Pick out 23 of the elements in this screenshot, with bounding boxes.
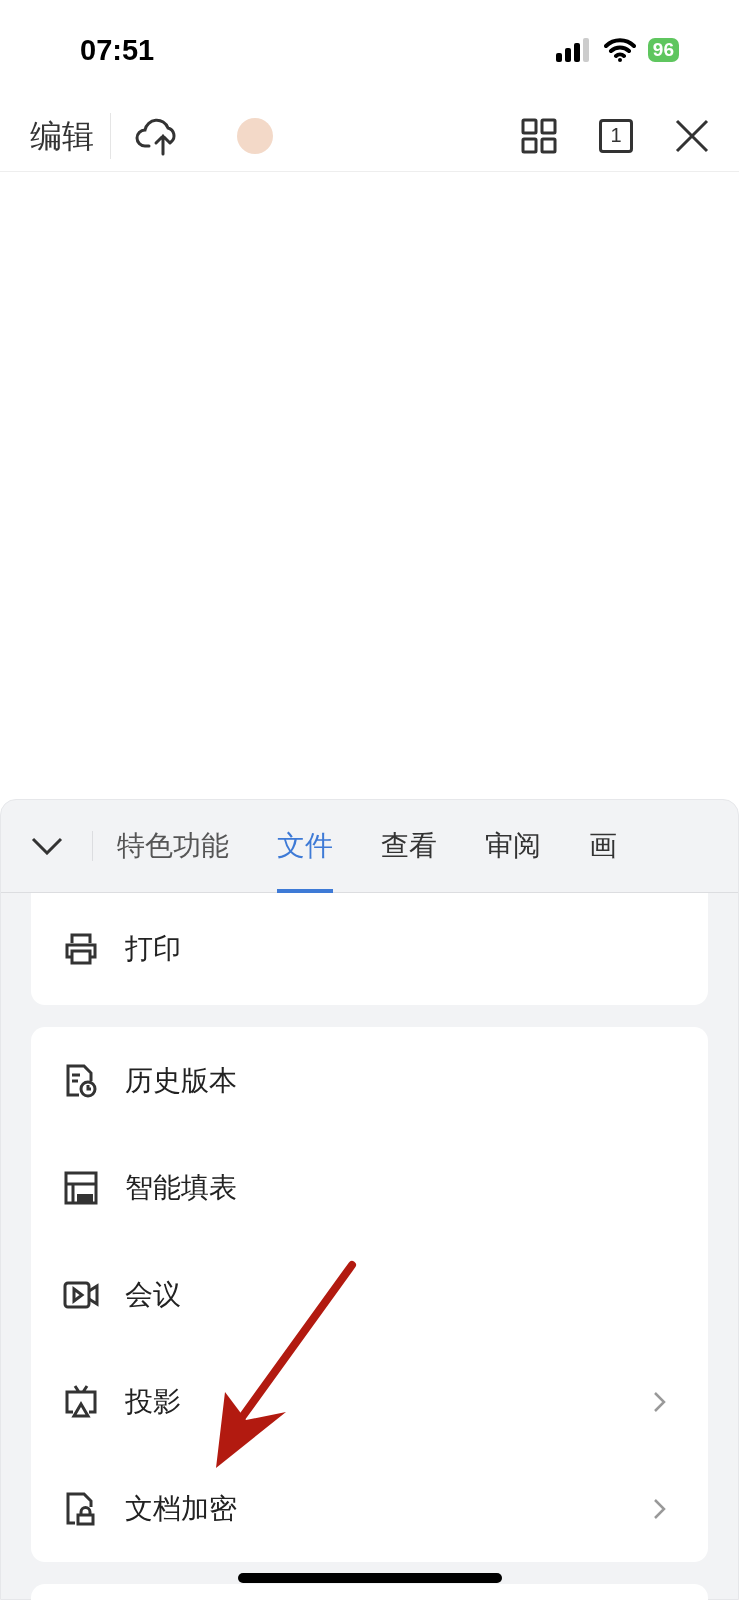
close-icon[interactable] [675, 118, 709, 153]
tab[interactable]: 画 [565, 799, 641, 893]
menu-item-label[interactable]: 历史版本 [125, 1061, 674, 1100]
tab[interactable]: 特色功能 [93, 799, 253, 893]
grid-icon[interactable] [521, 117, 557, 154]
clock-time: 07:51 [80, 33, 155, 67]
menu-item-label[interactable]: 会议 [125, 1275, 674, 1314]
menu-item-label[interactable]: 打印 [125, 930, 674, 968]
wifi-icon [603, 38, 636, 62]
signal-icon [555, 38, 592, 62]
tab[interactable]: 审阅 [461, 799, 565, 893]
tab[interactable]: 查看 [357, 799, 461, 893]
menu-item-label[interactable]: 智能填表 [125, 1168, 674, 1207]
form-icon [63, 1169, 99, 1206]
menu-item-label[interactable]: 投影 [125, 1382, 618, 1421]
edit-button[interactable]: 编辑 [30, 112, 111, 159]
screen-cast-icon [63, 1383, 99, 1420]
tab[interactable]: 文件 [253, 799, 357, 893]
menu-item-label[interactable]: 文档加密 [125, 1489, 618, 1528]
chevron-down-icon[interactable] [30, 837, 63, 855]
page-count-button[interactable]: 1 [599, 118, 633, 153]
printer-icon [63, 931, 99, 967]
battery-level: 96 [647, 38, 679, 62]
